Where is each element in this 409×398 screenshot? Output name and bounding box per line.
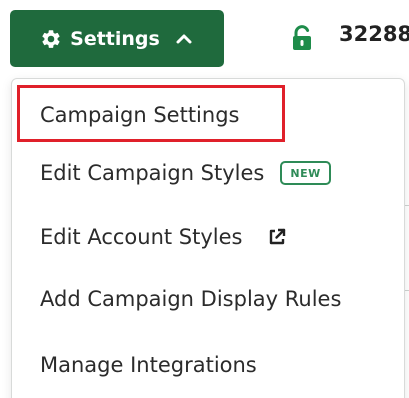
menu-item-label: Campaign Settings [40,103,240,127]
gear-icon [40,28,62,50]
menu-item-label: Edit Campaign Styles [40,161,265,185]
external-link-icon [267,227,287,247]
menu-item-label: Edit Account Styles [40,225,243,249]
settings-button[interactable]: Settings [10,10,224,67]
unlocked-lock-icon[interactable] [290,25,314,51]
campaign-id: 32288 [339,22,409,46]
page: Settings 32288 Campaign Settings Edit Ca… [0,0,409,398]
menu-item-label: Add Campaign Display Rules [40,287,342,311]
menu-item-add-campaign-display-rules[interactable]: Add Campaign Display Rules [12,271,404,327]
menu-item-manage-integrations[interactable]: Manage Integrations [12,337,404,393]
menu-item-campaign-settings[interactable]: Campaign Settings [12,87,404,143]
menu-item-edit-campaign-styles[interactable]: Edit Campaign Styles NEW [12,145,404,201]
menu-item-edit-account-styles[interactable]: Edit Account Styles [12,209,404,265]
settings-dropdown-menu: Campaign Settings Edit Campaign Styles N… [11,78,405,398]
menu-item-label: Manage Integrations [40,353,257,377]
settings-label: Settings [70,27,160,50]
chevron-up-icon [174,29,194,49]
new-badge: NEW [280,161,331,185]
